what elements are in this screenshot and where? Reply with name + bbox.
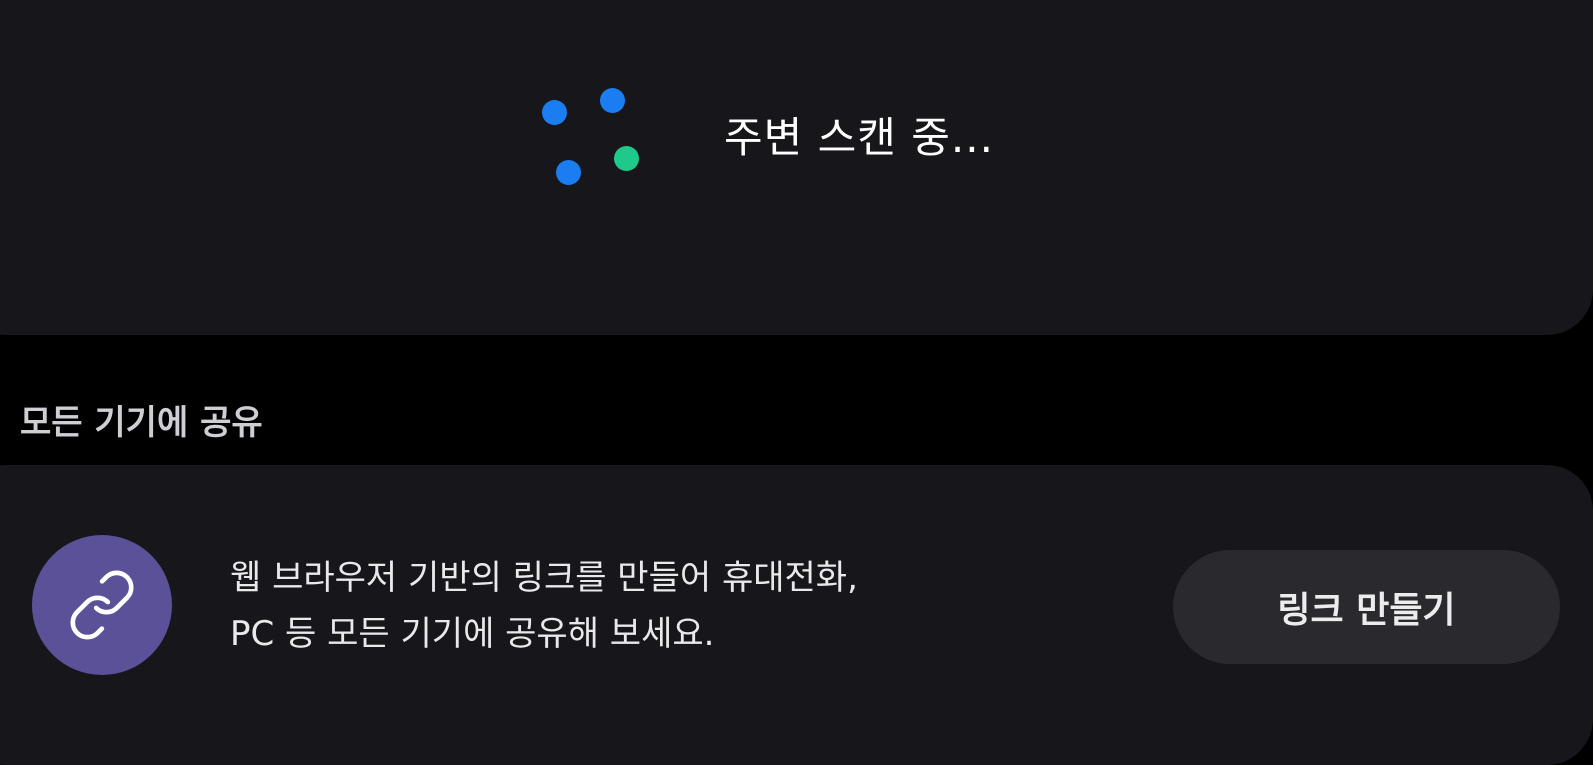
nearby-scan-panel — [0, 0, 1593, 335]
scanning-spinner-icon — [530, 84, 640, 194]
link-avatar — [32, 535, 172, 675]
share-description-line: PC 등 모든 기기에 공유해 보세요. — [230, 614, 715, 654]
spinner-dot — [600, 88, 625, 113]
share-description: 웹 브라우저 기반의 링크를 만들어 휴대전화, PC 등 모든 기기에 공유해… — [230, 550, 858, 662]
share-description-line: 웹 브라우저 기반의 링크를 만들어 휴대전화, — [230, 558, 858, 598]
create-link-button[interactable]: 링크 만들기 — [1173, 550, 1560, 664]
section-title-share-all-devices: 모든 기기에 공유 — [20, 403, 263, 443]
spinner-dot — [614, 146, 639, 171]
spinner-dot — [556, 160, 581, 185]
spinner-dot — [542, 100, 567, 125]
link-icon — [70, 570, 134, 640]
scan-status-text: 주변 스캔 중... — [724, 113, 994, 162]
